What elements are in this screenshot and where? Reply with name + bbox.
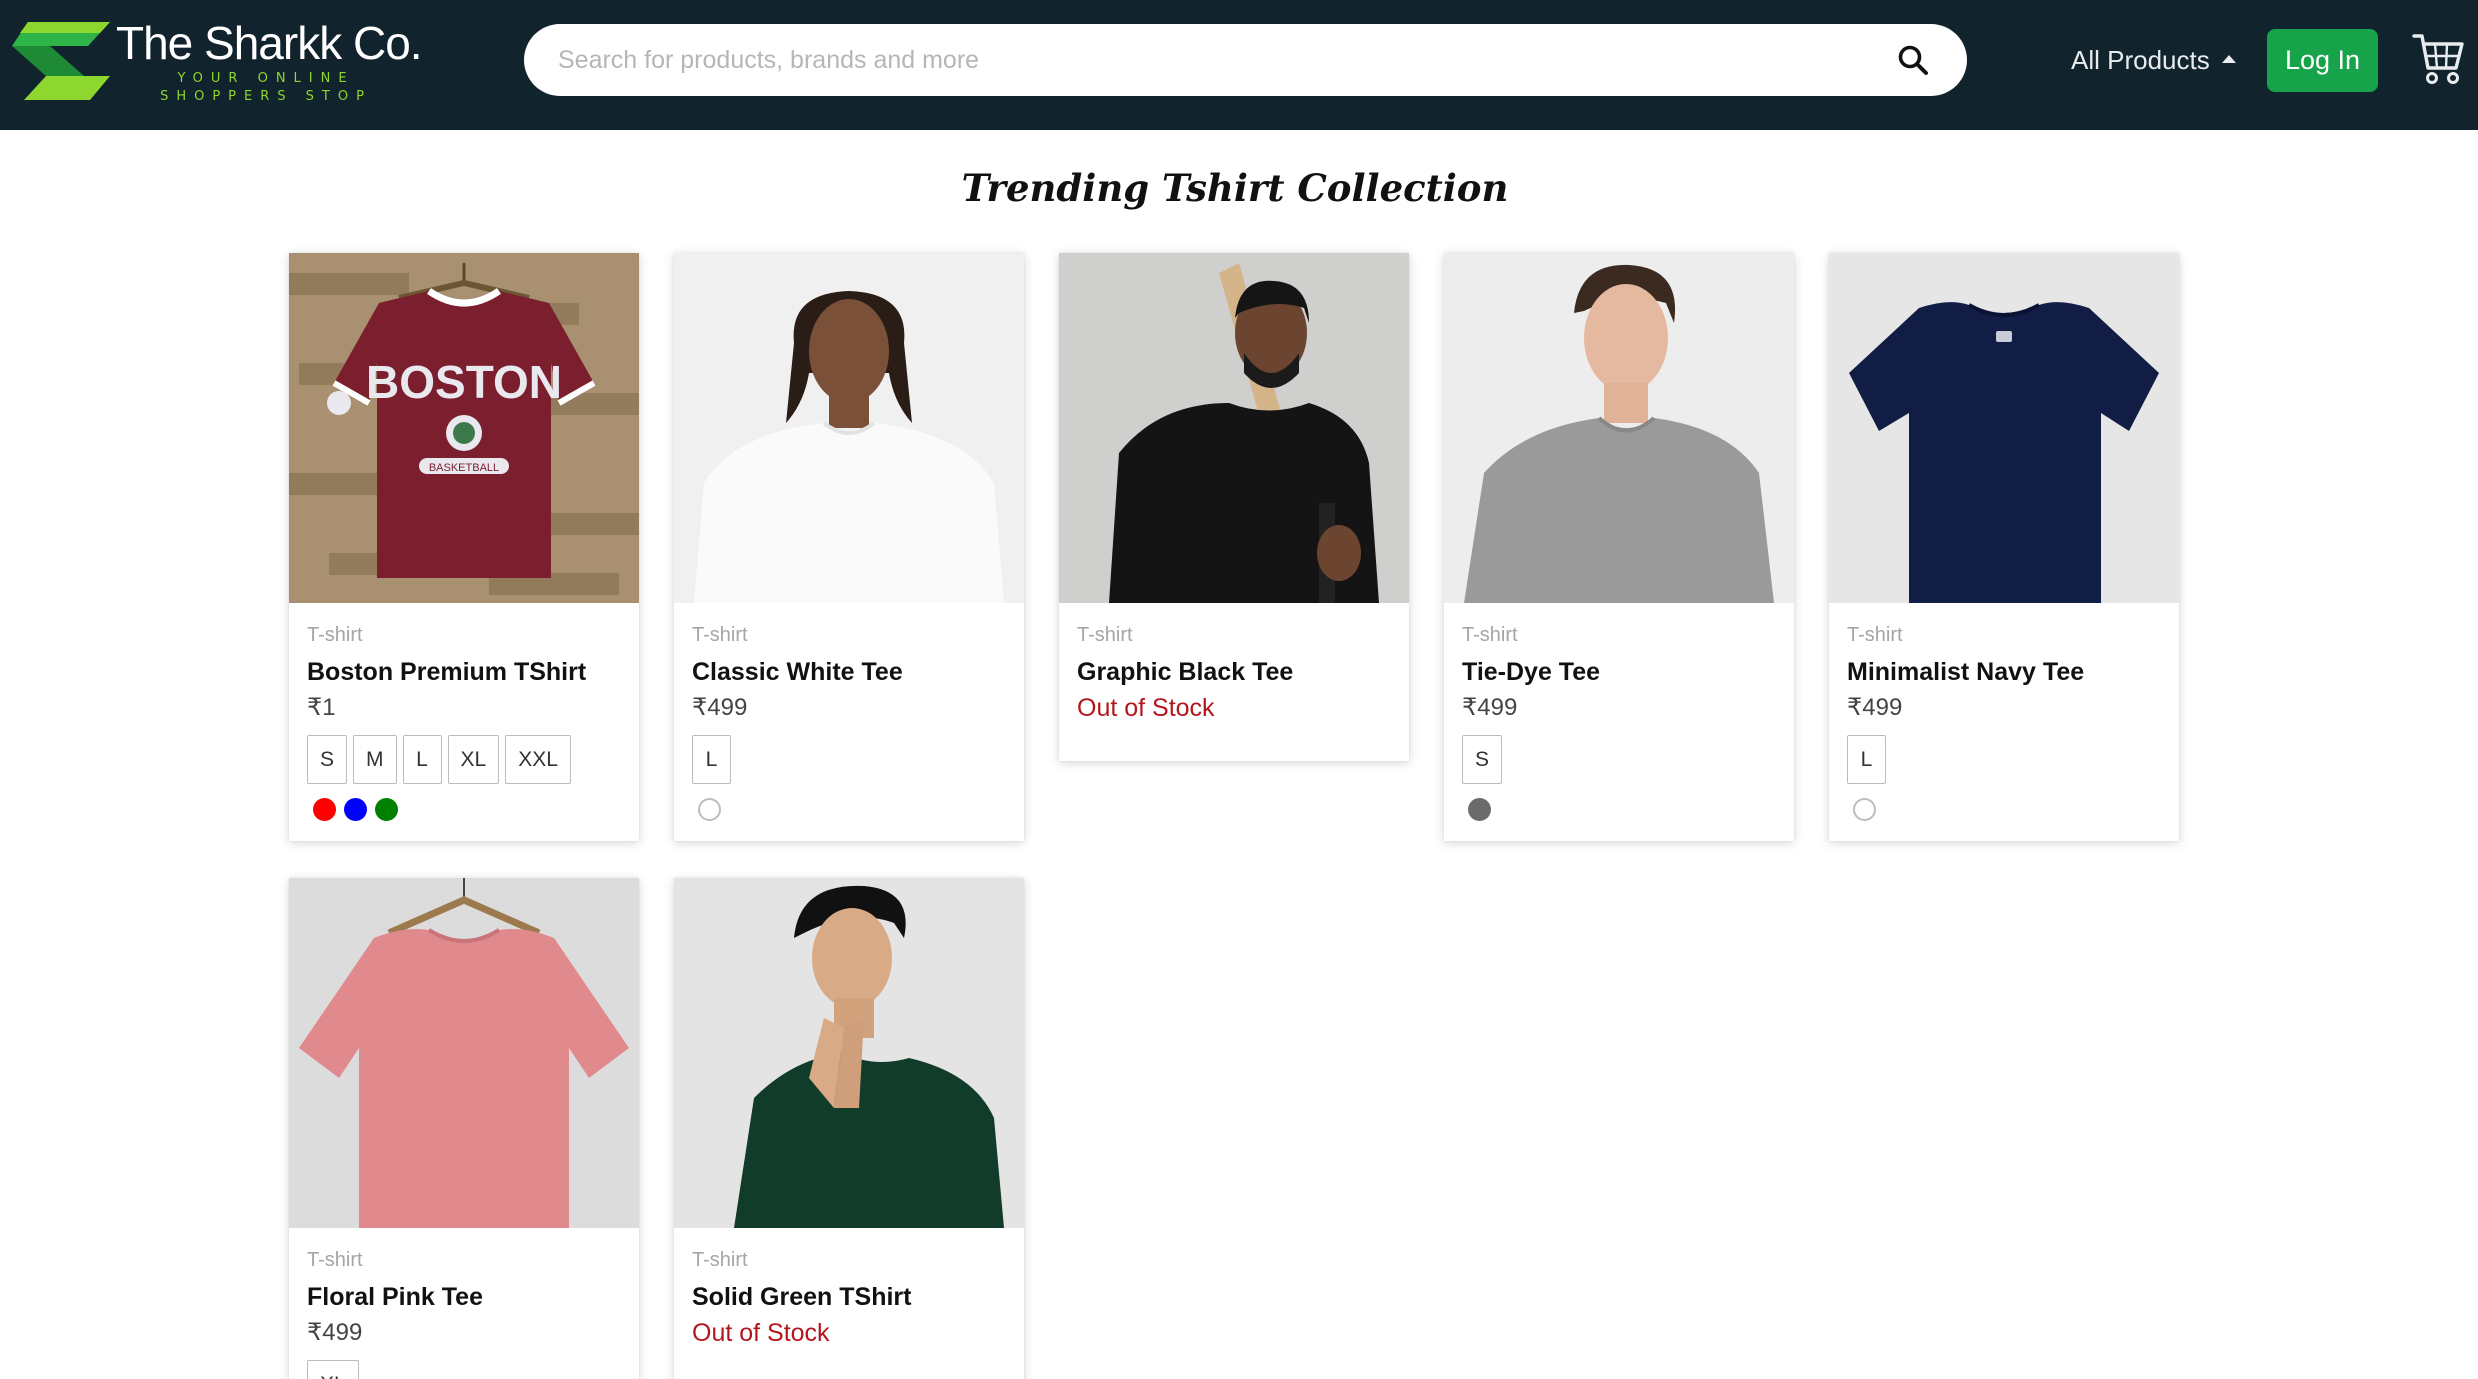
size-option[interactable]: S xyxy=(1462,735,1503,784)
product-price: ₹499 xyxy=(692,694,748,721)
product-image[interactable] xyxy=(1829,253,2179,603)
product-name[interactable]: Solid Green TShirt xyxy=(692,1282,1006,1312)
product-card[interactable]: T-shirt Minimalist Navy Tee ₹499 L xyxy=(1829,253,2179,841)
search-icon xyxy=(1898,45,1928,75)
out-of-stock-label: Out of Stock xyxy=(692,1319,830,1347)
search-button[interactable] xyxy=(1883,30,1943,90)
size-option[interactable]: XL xyxy=(447,735,500,784)
color-options xyxy=(1462,798,1776,841)
color-swatch[interactable] xyxy=(313,798,336,821)
product-category: T-shirt xyxy=(1077,624,1133,646)
color-swatch[interactable] xyxy=(1853,798,1876,821)
size-options: XL xyxy=(307,1360,621,1379)
color-swatch[interactable] xyxy=(344,798,367,821)
product-card[interactable]: BOSTON BASKETBALL T-shirt Boston Premium… xyxy=(289,253,639,841)
out-of-stock-label: Out of Stock xyxy=(1077,694,1215,722)
page-heading: Trending Tshirt Collection xyxy=(961,166,1509,210)
brand-logo-link[interactable]: The Sharkk Co. YOUR ONLINE SHOPPERS STOP xyxy=(10,18,430,108)
product-price: ₹1 xyxy=(307,694,336,721)
color-options xyxy=(1847,798,2161,841)
color-swatch[interactable] xyxy=(375,798,398,821)
product-category: T-shirt xyxy=(1847,624,1903,646)
login-button[interactable]: Log In xyxy=(2267,29,2378,92)
size-option[interactable]: M xyxy=(353,735,397,784)
product-category: T-shirt xyxy=(1462,624,1518,646)
brand-tagline: YOUR ONLINE SHOPPERS STOP xyxy=(160,71,372,104)
color-swatch[interactable] xyxy=(698,798,721,821)
search-input[interactable] xyxy=(558,24,1883,96)
size-options: S xyxy=(1462,735,1776,784)
cart-button[interactable] xyxy=(2412,30,2464,86)
size-options: L xyxy=(692,735,1006,784)
product-category: T-shirt xyxy=(307,624,363,646)
caret-up-icon xyxy=(2221,55,2236,63)
product-image[interactable] xyxy=(1059,253,1409,603)
search-bar xyxy=(524,24,1967,96)
product-name[interactable]: Minimalist Navy Tee xyxy=(1847,657,2161,687)
color-options xyxy=(692,798,1006,841)
product-image[interactable] xyxy=(674,878,1024,1228)
product-card[interactable]: T-shirt Floral Pink Tee ₹499 XL xyxy=(289,878,639,1379)
product-category: T-shirt xyxy=(692,624,748,646)
product-name[interactable]: Classic White Tee xyxy=(692,657,1006,687)
svg-text:BOSTON: BOSTON xyxy=(366,356,562,408)
size-option[interactable]: L xyxy=(692,735,731,784)
product-name[interactable]: Graphic Black Tee xyxy=(1077,657,1391,687)
size-option[interactable]: XXL xyxy=(505,735,571,784)
product-category: T-shirt xyxy=(692,1249,748,1271)
all-products-label: All Products xyxy=(2071,44,2210,75)
cart-icon xyxy=(2412,34,2464,84)
size-options: S M L XL XXL xyxy=(307,735,621,784)
size-option[interactable]: L xyxy=(402,735,442,784)
size-options: L xyxy=(1847,735,2161,784)
color-swatch[interactable] xyxy=(1468,798,1491,821)
svg-text:BASKETBALL: BASKETBALL xyxy=(429,462,499,474)
product-card[interactable]: T-shirt Tie-Dye Tee ₹499 S xyxy=(1444,253,1794,841)
size-option[interactable]: S xyxy=(307,735,348,784)
product-name[interactable]: Boston Premium TShirt xyxy=(307,657,621,687)
product-price: ₹499 xyxy=(307,1319,363,1346)
product-image[interactable]: BOSTON BASKETBALL xyxy=(289,253,639,603)
color-options xyxy=(307,798,621,841)
product-card[interactable]: T-shirt Solid Green TShirt Out of Stock xyxy=(674,878,1024,1379)
product-category: T-shirt xyxy=(307,1249,363,1271)
shark-logo-icon xyxy=(12,22,110,100)
product-price: ₹499 xyxy=(1847,694,1903,721)
product-card[interactable]: T-shirt Classic White Tee ₹499 L xyxy=(674,253,1024,841)
product-image[interactable] xyxy=(1444,253,1794,603)
size-option[interactable]: L xyxy=(1847,735,1886,784)
product-price: ₹499 xyxy=(1462,694,1518,721)
product-name[interactable]: Tie-Dye Tee xyxy=(1462,657,1776,687)
product-image[interactable] xyxy=(674,253,1024,603)
brand-name: The Sharkk Co. xyxy=(116,17,423,69)
size-option[interactable]: XL xyxy=(307,1360,359,1379)
product-image[interactable] xyxy=(289,878,639,1228)
all-products-dropdown[interactable]: All Products xyxy=(2071,40,2236,80)
top-navbar: The Sharkk Co. YOUR ONLINE SHOPPERS STOP… xyxy=(0,0,2478,130)
product-card[interactable]: T-shirt Graphic Black Tee Out of Stock xyxy=(1059,253,1409,761)
product-name[interactable]: Floral Pink Tee xyxy=(307,1282,621,1312)
